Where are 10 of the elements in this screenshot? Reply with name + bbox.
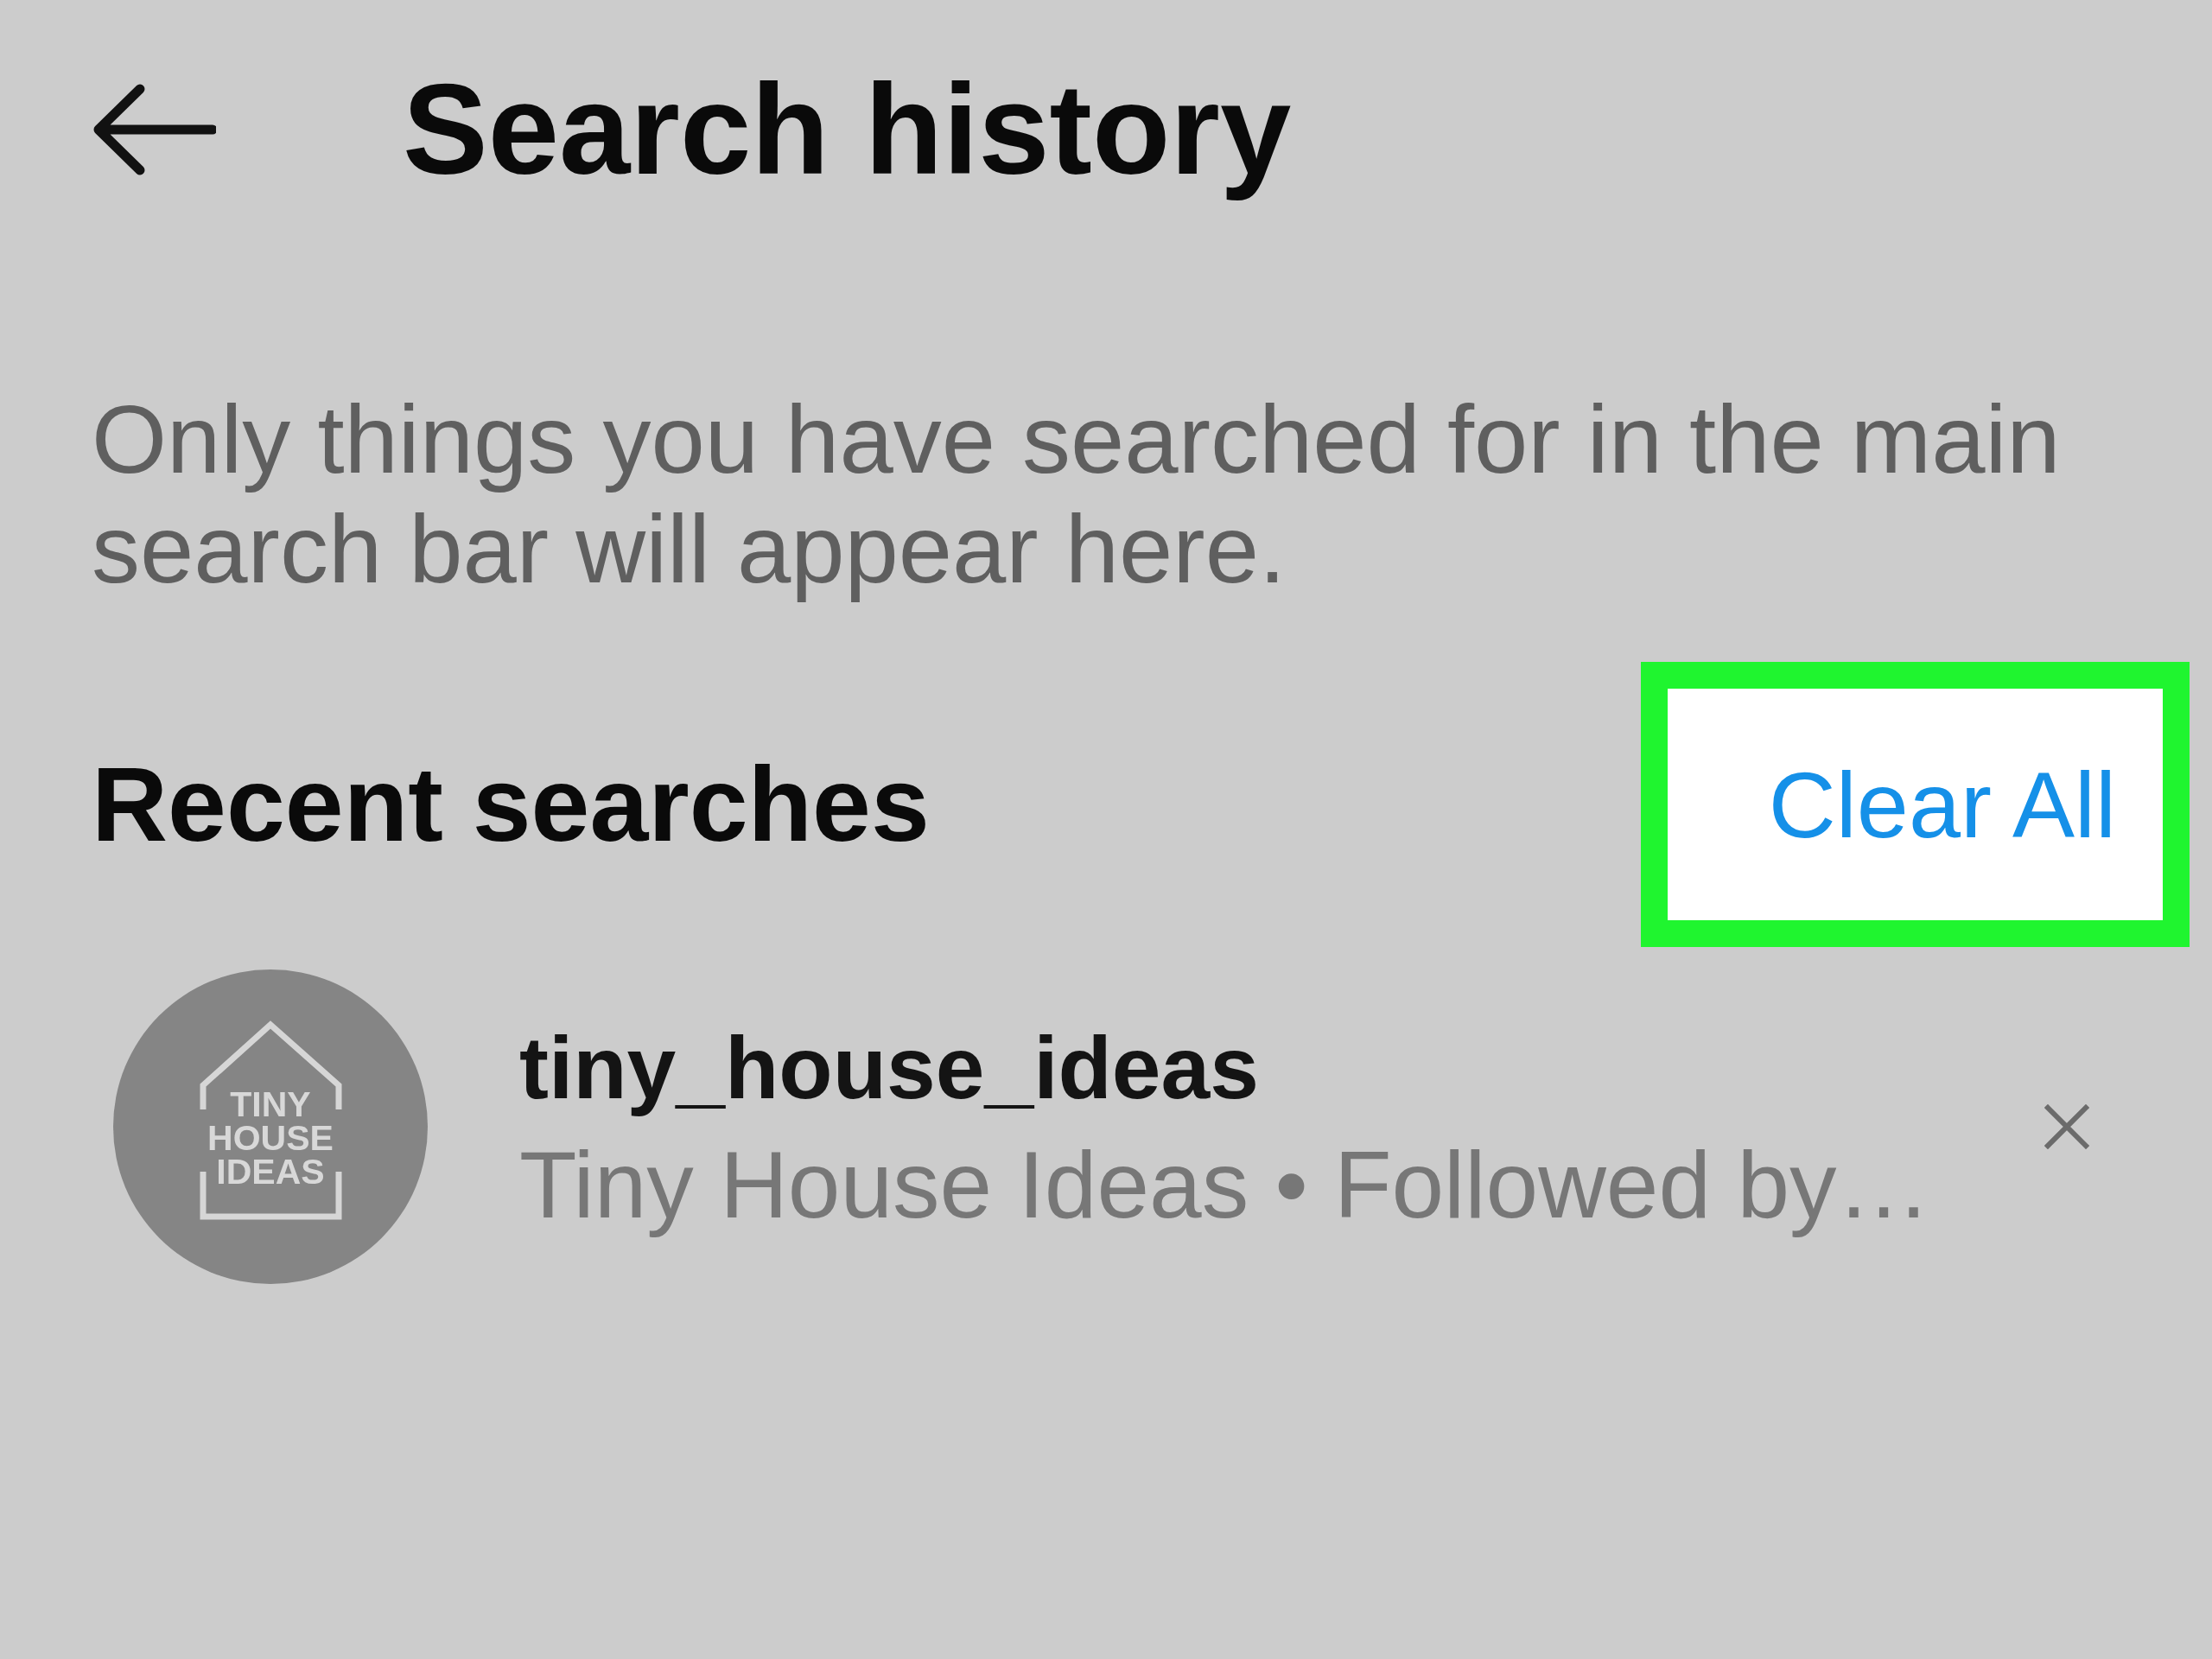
clear-all-button[interactable]: Clear All [1641,662,2190,947]
page-title: Search history [403,57,1292,202]
section-heading: Recent searches [92,745,930,865]
account-subtitle: Tiny House Ideas • Followed by… [519,1130,1931,1238]
house-outline-icon [200,1020,342,1220]
close-icon[interactable] [2044,1104,2089,1149]
username: tiny_house_ideas [519,1017,1259,1119]
logo-text: TINY HOUSE IDEAS [207,1088,334,1189]
back-arrow-icon[interactable] [93,84,216,175]
description-text: Only things you have searched for in the main search bar will appear here. [92,385,2062,604]
